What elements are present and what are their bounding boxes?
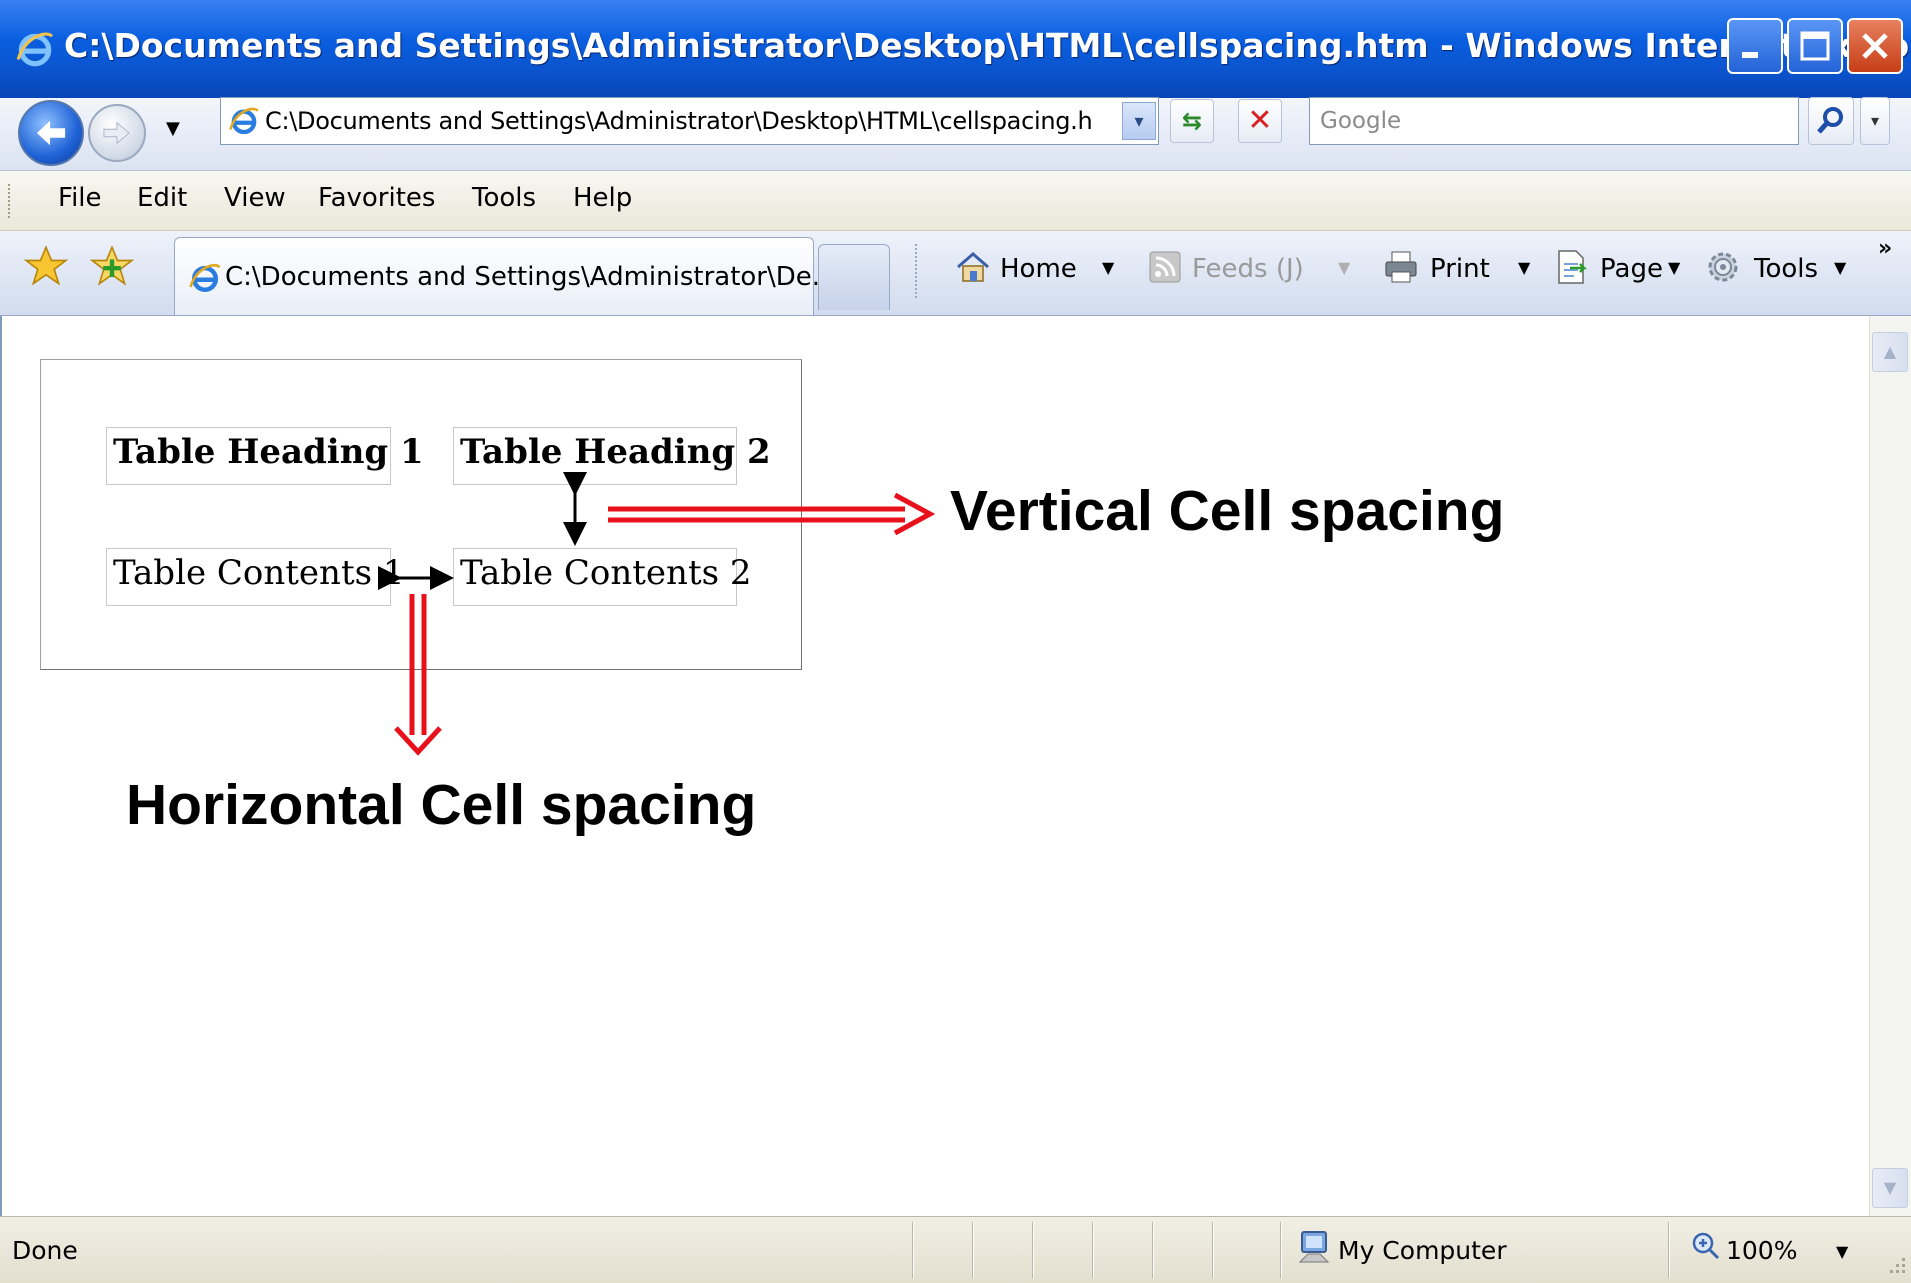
menu-edit[interactable]: Edit bbox=[137, 183, 187, 213]
home-dropdown-icon[interactable]: ▼ bbox=[1102, 258, 1114, 277]
address-field[interactable]: C:\Documents and Settings\Administrator\… bbox=[220, 97, 1159, 145]
address-dropdown-icon[interactable]: ▾ bbox=[1122, 102, 1156, 140]
scroll-down-arrow-icon[interactable]: ▼ bbox=[1872, 1168, 1908, 1208]
stop-icon[interactable]: ✕ bbox=[1238, 99, 1282, 143]
menu-file[interactable]: File bbox=[58, 183, 102, 213]
tools-gear-icon[interactable] bbox=[1704, 248, 1742, 286]
forward-arrow-icon bbox=[103, 121, 130, 145]
status-divider bbox=[1280, 1222, 1282, 1278]
tab-ie-icon bbox=[189, 263, 221, 292]
search-icon bbox=[1817, 107, 1843, 134]
menu-help[interactable]: Help bbox=[573, 183, 632, 213]
back-arrow-icon bbox=[36, 120, 66, 146]
status-bar bbox=[0, 1216, 1911, 1283]
feeds-icon[interactable] bbox=[1146, 248, 1184, 286]
status-divider bbox=[1152, 1222, 1154, 1278]
minimize-icon bbox=[1742, 52, 1758, 58]
security-zone-label[interactable]: My Computer bbox=[1338, 1236, 1507, 1265]
print-dropdown-icon[interactable]: ▼ bbox=[1518, 258, 1530, 277]
zoom-dropdown-icon[interactable]: ▼ bbox=[1836, 1242, 1848, 1261]
status-divider bbox=[1668, 1222, 1670, 1278]
vertical-cell-spacing-label: Vertical Cell spacing bbox=[950, 479, 1505, 543]
menu-bar bbox=[0, 171, 1911, 231]
status-divider bbox=[1212, 1222, 1214, 1278]
status-divider bbox=[1092, 1222, 1094, 1278]
scroll-up-arrow-icon[interactable]: ▲ bbox=[1872, 332, 1908, 372]
menu-grip bbox=[8, 184, 14, 218]
more-commands-chevron-icon[interactable]: » bbox=[1878, 236, 1892, 261]
my-computer-icon bbox=[1298, 1231, 1330, 1263]
table-heading-2: Table Heading 2 bbox=[453, 427, 771, 485]
home-button[interactable]: Home bbox=[1000, 254, 1077, 284]
home-icon[interactable] bbox=[954, 248, 992, 286]
maximize-button[interactable] bbox=[1787, 18, 1843, 74]
recent-pages-dropdown-icon[interactable]: ▼ bbox=[166, 118, 180, 139]
ie-logo-icon bbox=[16, 32, 54, 67]
feeds-button[interactable]: Feeds (J) bbox=[1192, 254, 1304, 284]
page-dropdown-icon[interactable]: ▼ bbox=[1668, 258, 1680, 277]
command-bar-separator bbox=[915, 244, 919, 298]
status-divider bbox=[972, 1222, 974, 1278]
tools-menu-button[interactable]: Tools bbox=[1754, 254, 1818, 284]
tab-label: C:\Documents and Settings\Administrator\… bbox=[225, 262, 837, 292]
table-contents-1: Table Contents 1 bbox=[106, 548, 405, 606]
new-tab-button[interactable] bbox=[818, 244, 890, 310]
print-button[interactable]: Print bbox=[1430, 254, 1490, 284]
zoom-level[interactable]: 100% bbox=[1726, 1236, 1797, 1265]
search-button[interactable] bbox=[1808, 97, 1854, 145]
zoom-icon[interactable] bbox=[1690, 1230, 1720, 1260]
search-options-dropdown-icon[interactable]: ▾ bbox=[1860, 97, 1890, 145]
back-button[interactable] bbox=[18, 100, 84, 166]
vertical-scrollbar[interactable]: ▲ ▼ bbox=[1869, 316, 1911, 1216]
page-menu-button[interactable]: Page bbox=[1600, 254, 1663, 284]
table-heading-1: Table Heading 1 bbox=[106, 427, 424, 485]
favorites-center-star-icon[interactable] bbox=[24, 244, 68, 288]
status-divider bbox=[1032, 1222, 1034, 1278]
page-icon[interactable] bbox=[1552, 248, 1590, 286]
close-icon bbox=[1862, 33, 1888, 59]
forward-button[interactable] bbox=[88, 104, 146, 162]
add-favorite-star-icon[interactable] bbox=[90, 244, 134, 288]
maximize-icon bbox=[1800, 31, 1830, 61]
status-text: Done bbox=[12, 1236, 78, 1265]
status-divider bbox=[912, 1222, 914, 1278]
ie-window: C:\Documents and Settings\Administrator\… bbox=[0, 0, 1911, 1283]
menu-tools[interactable]: Tools bbox=[472, 183, 536, 213]
close-window-button[interactable] bbox=[1847, 18, 1903, 74]
menu-favorites[interactable]: Favorites bbox=[318, 183, 435, 213]
address-url: C:\Documents and Settings\Administrator\… bbox=[265, 107, 1093, 135]
horizontal-cell-spacing-label: Horizontal Cell spacing bbox=[126, 773, 757, 837]
cellspacing-table bbox=[40, 359, 802, 670]
menu-view[interactable]: View bbox=[224, 183, 286, 213]
refresh-icon[interactable]: ⇆ bbox=[1170, 99, 1214, 143]
tab-current-page[interactable]: C:\Documents and Settings\Administrator\… bbox=[174, 237, 837, 315]
tools-dropdown-icon[interactable]: ▼ bbox=[1834, 258, 1846, 277]
minimize-button[interactable] bbox=[1727, 18, 1783, 74]
page-ie-icon bbox=[229, 107, 259, 135]
print-icon[interactable] bbox=[1382, 248, 1420, 286]
table-contents-2: Table Contents 2 bbox=[453, 548, 752, 606]
resize-grip-icon[interactable] bbox=[1884, 1252, 1908, 1278]
search-placeholder: Google bbox=[1320, 108, 1402, 134]
search-field[interactable]: Google bbox=[1309, 97, 1799, 145]
feeds-dropdown-icon[interactable]: ▼ bbox=[1338, 258, 1350, 277]
window-title: C:\Documents and Settings\Administrator\… bbox=[64, 26, 1911, 65]
